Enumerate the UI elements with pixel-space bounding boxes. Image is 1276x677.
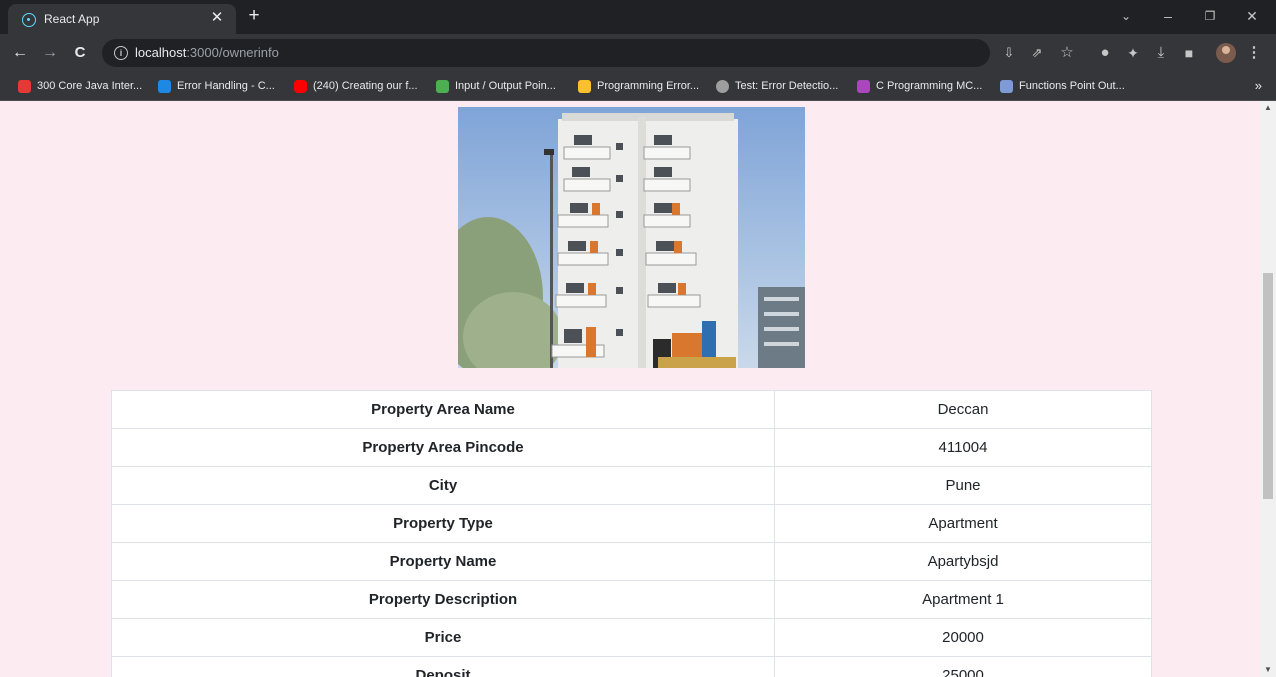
side-panel-icon[interactable]: ■ [1180, 44, 1198, 62]
row-label: City [110, 466, 776, 505]
browser-tab[interactable]: React App ✕ [8, 4, 236, 34]
profile-avatar[interactable] [1216, 43, 1236, 63]
bookmark-item[interactable]: 300 Core Java Inter... [18, 78, 142, 94]
new-tab-button[interactable]: + [244, 6, 264, 26]
row-label: Property Area Pincode [110, 428, 776, 467]
browser-toolbar: ← → C i localhost:3000/ownerinfo ⇩ ⇗ ☆ ●… [0, 34, 1276, 72]
bookmark-favicon-icon [1000, 79, 1013, 93]
table-row: City Pune [110, 466, 1152, 505]
property-photo [458, 107, 805, 368]
row-label: Property Description [110, 580, 776, 619]
minimize-button[interactable]: – [1158, 6, 1178, 26]
page-content: Property Area Name Deccan Property Area P… [0, 101, 1260, 677]
bookmark-item[interactable]: Functions Point Out... [1000, 78, 1125, 94]
table-row: Property Type Apartment [110, 504, 1152, 543]
row-value: 20000 [774, 618, 1152, 657]
row-value: Apartybsjd [774, 542, 1152, 581]
table-row: Property Description Apartment 1 [110, 580, 1152, 619]
table-row: Deposit 25000 [110, 656, 1152, 677]
row-label: Property Type [110, 504, 776, 543]
bookmark-item[interactable]: Error Handling - C... [158, 78, 275, 94]
row-value: Deccan [774, 390, 1152, 429]
row-value: 25000 [774, 656, 1152, 677]
row-label: Property Name [110, 542, 776, 581]
url-text: localhost:3000/ownerinfo [135, 45, 279, 60]
downloads-icon[interactable]: ⤓ [1152, 44, 1170, 62]
table-row: Price 20000 [110, 618, 1152, 657]
table-row: Property Area Name Deccan [110, 390, 1152, 429]
bookmark-favicon-icon [578, 79, 591, 93]
row-value: Apartment 1 [774, 580, 1152, 619]
row-value: Pune [774, 466, 1152, 505]
bookmark-favicon-icon [18, 79, 31, 93]
more-bookmarks-icon[interactable]: » [1255, 78, 1262, 93]
scroll-up-icon[interactable]: ▲ [1260, 101, 1276, 115]
bookmark-favicon-icon [716, 79, 729, 93]
scrollbar-thumb[interactable] [1263, 273, 1273, 499]
tab-title: React App [44, 12, 100, 26]
menu-kebab-icon[interactable]: ⋮ [1245, 44, 1263, 62]
row-value: Apartment [774, 504, 1152, 543]
tab-strip: React App ✕ + ⌄ – ❐ ✕ [0, 0, 1276, 34]
table-row: Property Area Pincode 411004 [110, 428, 1152, 467]
youtube-icon [294, 79, 307, 93]
row-label: Price [110, 618, 776, 657]
row-label: Deposit [110, 656, 776, 677]
page-scrollbar[interactable]: ▲ ▼ [1260, 101, 1276, 677]
bookmark-favicon-icon [158, 79, 171, 93]
extensions-icon[interactable]: ✦ [1124, 44, 1142, 62]
share-icon[interactable]: ⇗ [1028, 44, 1046, 62]
close-window-button[interactable]: ✕ [1242, 6, 1262, 26]
forward-button[interactable]: → [40, 43, 60, 63]
restore-button[interactable]: ❐ [1200, 6, 1220, 26]
reload-button[interactable]: C [70, 43, 90, 63]
bookmark-item[interactable]: Test: Error Detectio... [716, 78, 838, 94]
address-bar[interactable]: i localhost:3000/ownerinfo [102, 39, 990, 67]
row-value: 411004 [774, 428, 1152, 467]
bookmark-star-icon[interactable]: ☆ [1058, 44, 1076, 62]
property-details-table: Property Area Name Deccan Property Area P… [110, 390, 1152, 677]
bookmark-item[interactable]: (240) Creating our f... [294, 78, 418, 94]
tab-search-icon[interactable]: ⌄ [1116, 6, 1136, 26]
close-tab-icon[interactable]: ✕ [208, 9, 226, 27]
bookmark-item[interactable]: C Programming MC... [857, 78, 982, 94]
bookmarks-bar: 300 Core Java Inter... Error Handling - … [0, 72, 1276, 101]
bookmark-item[interactable]: Input / Output Poin... [436, 78, 556, 94]
bookmark-favicon-icon [436, 79, 449, 93]
google-icon[interactable]: ● [1096, 44, 1114, 62]
info-icon[interactable]: i [114, 46, 128, 60]
install-app-icon[interactable]: ⇩ [1000, 44, 1018, 62]
table-row: Property Name Apartybsjd [110, 542, 1152, 581]
row-label: Property Area Name [110, 390, 776, 429]
scroll-down-icon[interactable]: ▼ [1260, 663, 1276, 677]
bookmark-item[interactable]: Programming Error... [578, 78, 699, 94]
react-icon [22, 13, 36, 27]
bookmark-favicon-icon [857, 79, 870, 93]
back-button[interactable]: ← [10, 43, 30, 63]
